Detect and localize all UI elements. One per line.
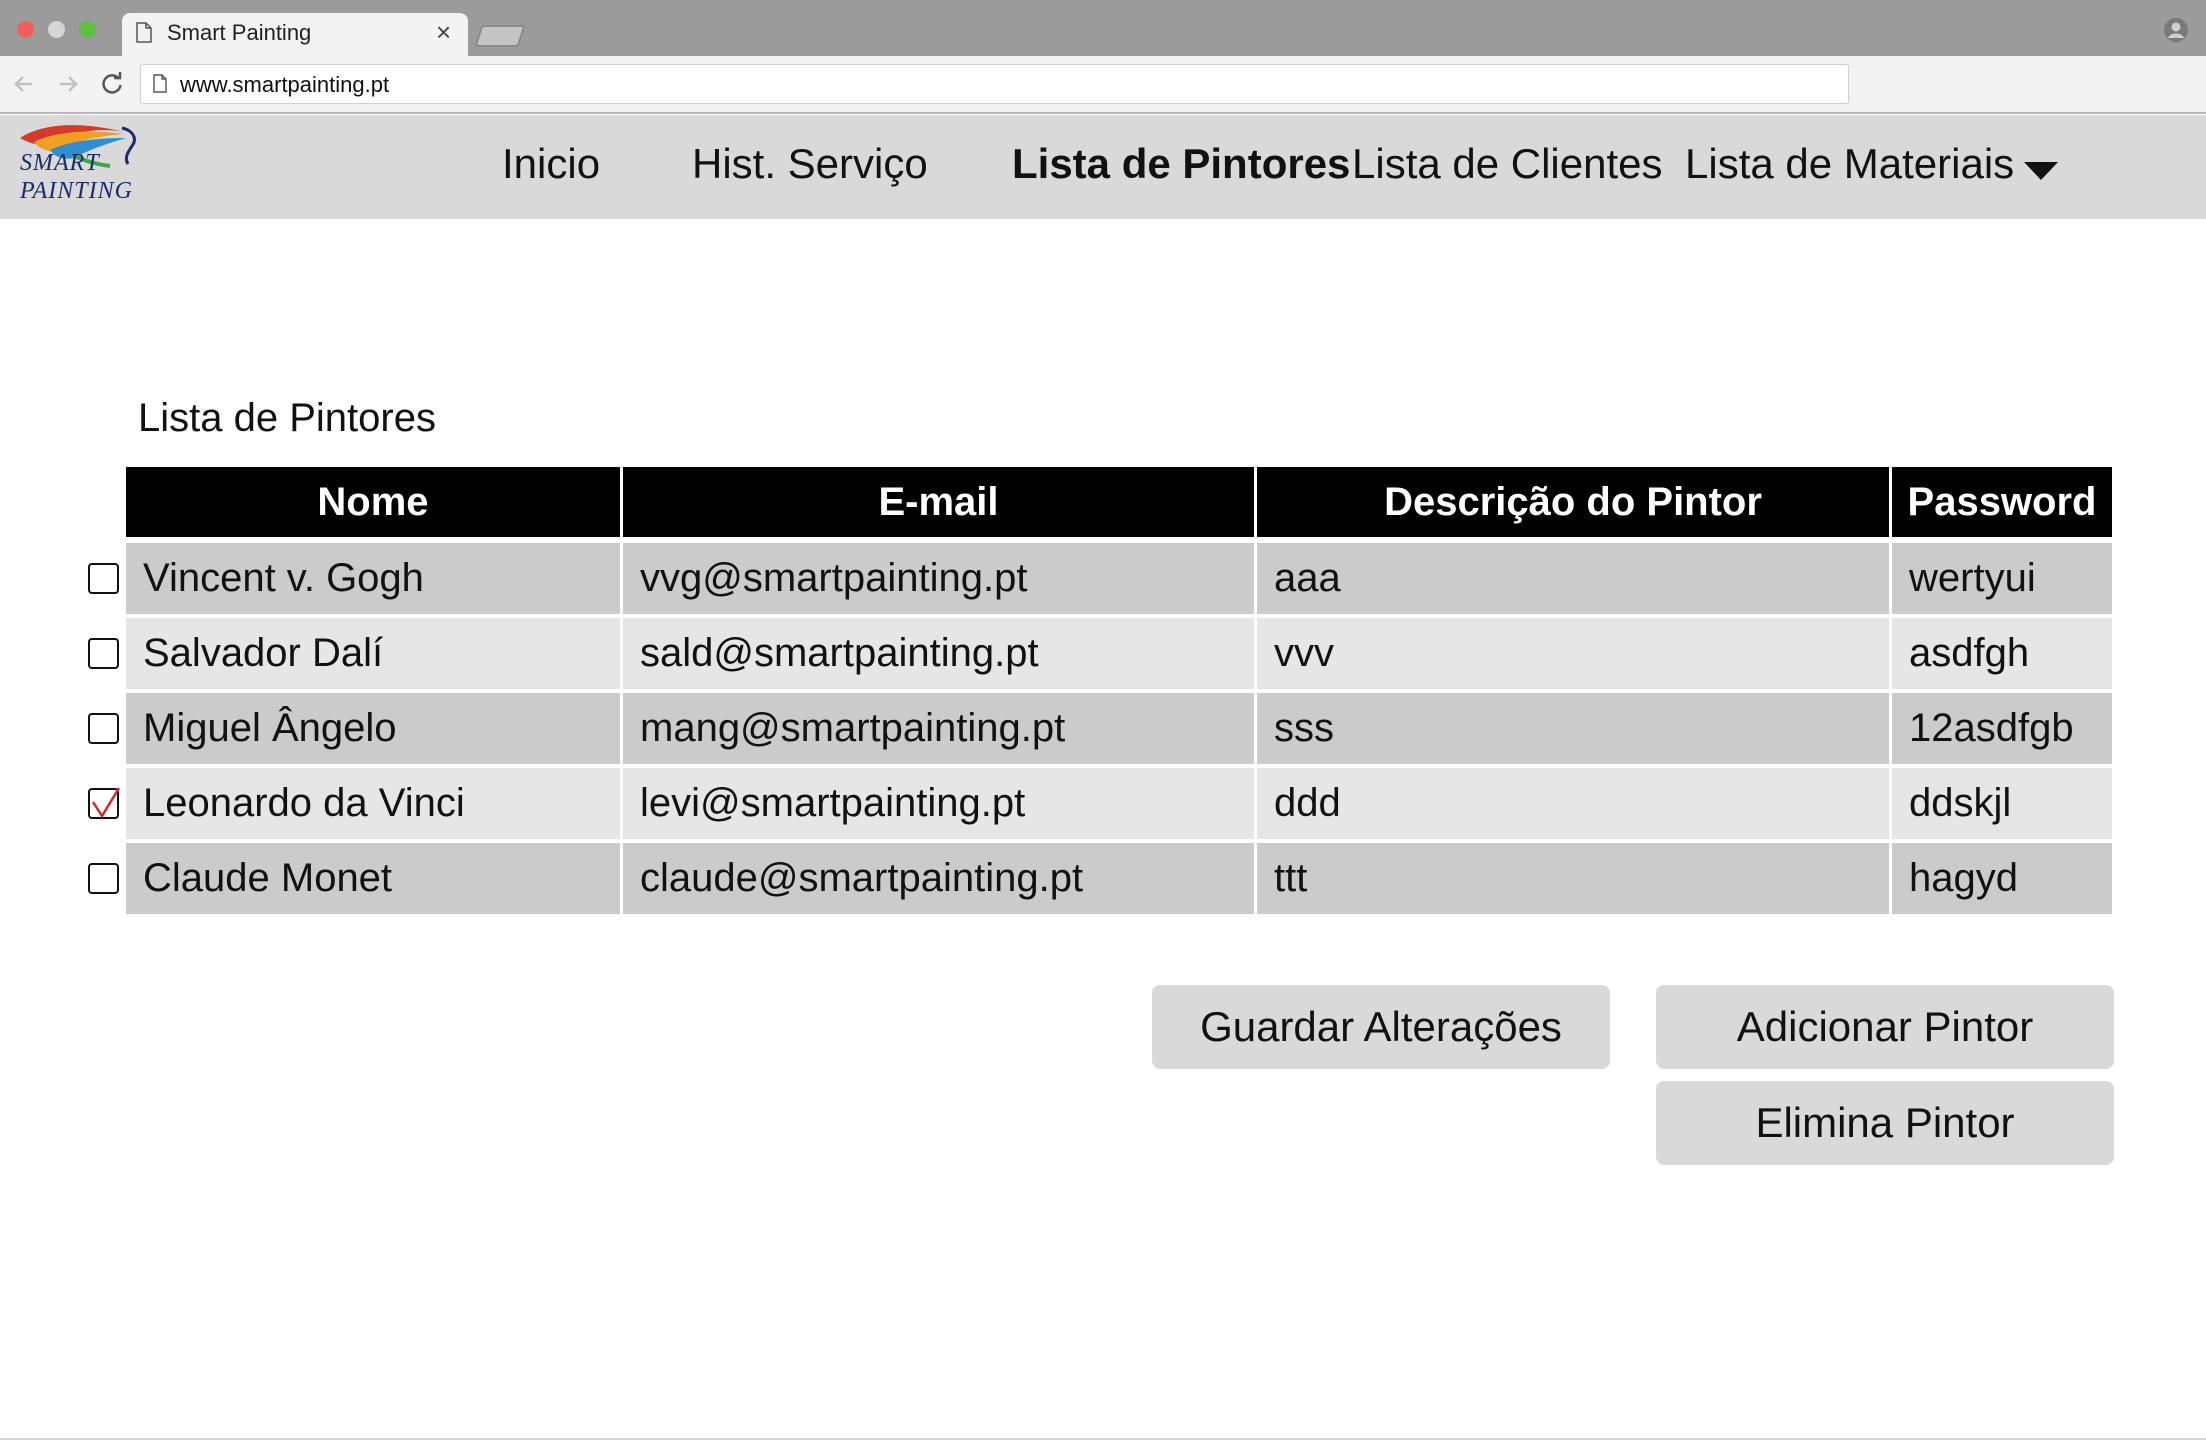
cell-password: ddskjl — [1892, 768, 2112, 839]
nav-lista-clientes[interactable]: Lista de Clientes — [1352, 140, 1663, 188]
cell-email: mang@smartpainting.pt — [623, 693, 1254, 764]
cell-email: sald@smartpainting.pt — [623, 618, 1254, 689]
row-checkbox[interactable] — [88, 863, 119, 894]
new-tab-button[interactable] — [474, 25, 526, 47]
nav-lista-materiais[interactable]: Lista de Materiais — [1685, 140, 2014, 188]
column-header-password[interactable]: Password — [1892, 467, 2112, 537]
cell-descricao: ttt — [1257, 843, 1889, 914]
cell-nome: Leonardo da Vinci — [126, 768, 620, 839]
tab-close-icon[interactable]: × — [436, 18, 451, 46]
nav-inicio[interactable]: Inicio — [502, 140, 600, 188]
table-header: Nome E-mail Descrição do Pintor Password — [126, 467, 2112, 537]
save-changes-button[interactable]: Guardar Alterações — [1152, 985, 1610, 1069]
reload-icon[interactable] — [98, 70, 126, 98]
row-checkbox[interactable] — [88, 787, 121, 819]
cell-descricao: vvv — [1257, 618, 1889, 689]
cell-nome: Claude Monet — [126, 843, 620, 914]
cell-email: vvg@smartpainting.pt — [623, 543, 1254, 614]
nav-lista-pintores[interactable]: Lista de Pintores — [1012, 140, 1350, 188]
row-checkbox[interactable] — [88, 713, 119, 744]
url-text[interactable]: www.smartpainting.pt — [180, 72, 389, 98]
column-header-descricao[interactable]: Descrição do Pintor — [1257, 467, 1889, 537]
cell-password: 12asdfgb — [1892, 693, 2112, 764]
logo-text-line2: PAINTING — [20, 178, 133, 204]
tab-title: Smart Painting — [167, 20, 312, 45]
cell-email: claude@smartpainting.pt — [623, 843, 1254, 914]
cell-nome: Miguel Ângelo — [126, 693, 620, 764]
table-row[interactable]: Salvador Dalí sald@smartpainting.pt vvv asd… — [126, 618, 2112, 689]
page-icon — [153, 74, 167, 93]
profile-icon[interactable] — [2163, 17, 2189, 43]
address-bar[interactable] — [140, 64, 1849, 104]
forward-arrow-icon[interactable] — [54, 70, 82, 98]
back-arrow-icon[interactable] — [10, 70, 38, 98]
table-row[interactable]: Leonardo da Vinci levi@smartpainting.pt dd… — [126, 768, 2112, 839]
chevron-down-icon[interactable] — [2022, 160, 2060, 182]
add-painter-button[interactable]: Adicionar Pintor — [1656, 985, 2114, 1069]
cell-descricao: aaa — [1257, 543, 1889, 614]
cell-nome: Vincent v. Gogh — [126, 543, 620, 614]
column-header-email[interactable]: E-mail — [623, 467, 1254, 537]
row-checkbox[interactable] — [88, 563, 119, 594]
cell-password: hagyd — [1892, 843, 2112, 914]
checkmark-icon — [91, 787, 121, 819]
logo-text-line1: SMART — [20, 150, 100, 176]
cell-password: wertyui — [1892, 543, 2112, 614]
cell-descricao: sss — [1257, 693, 1889, 764]
page-icon — [136, 22, 152, 43]
delete-painter-button[interactable]: Elimina Pintor — [1656, 1081, 2114, 1165]
row-checkbox[interactable] — [88, 638, 119, 669]
table-row[interactable]: Claude Monet claude@smartpainting.pt ttt ha… — [126, 843, 2112, 914]
cell-password: asdfgh — [1892, 618, 2112, 689]
cell-nome: Salvador Dalí — [126, 618, 620, 689]
nav-hist-servico[interactable]: Hist. Serviço — [692, 140, 928, 188]
cell-email: levi@smartpainting.pt — [623, 768, 1254, 839]
close-window-button[interactable] — [17, 21, 34, 38]
table-row[interactable]: Vincent v. Gogh vvg@smartpainting.pt aaa we… — [126, 543, 2112, 614]
page-title: Lista de Pintores — [138, 396, 436, 440]
minimize-window-button[interactable] — [48, 21, 65, 38]
cell-descricao: ddd — [1257, 768, 1889, 839]
column-header-nome[interactable]: Nome — [126, 467, 620, 537]
maximize-window-button[interactable] — [79, 21, 96, 38]
table-row[interactable]: Miguel Ângelo mang@smartpainting.pt sss 12a… — [126, 693, 2112, 764]
